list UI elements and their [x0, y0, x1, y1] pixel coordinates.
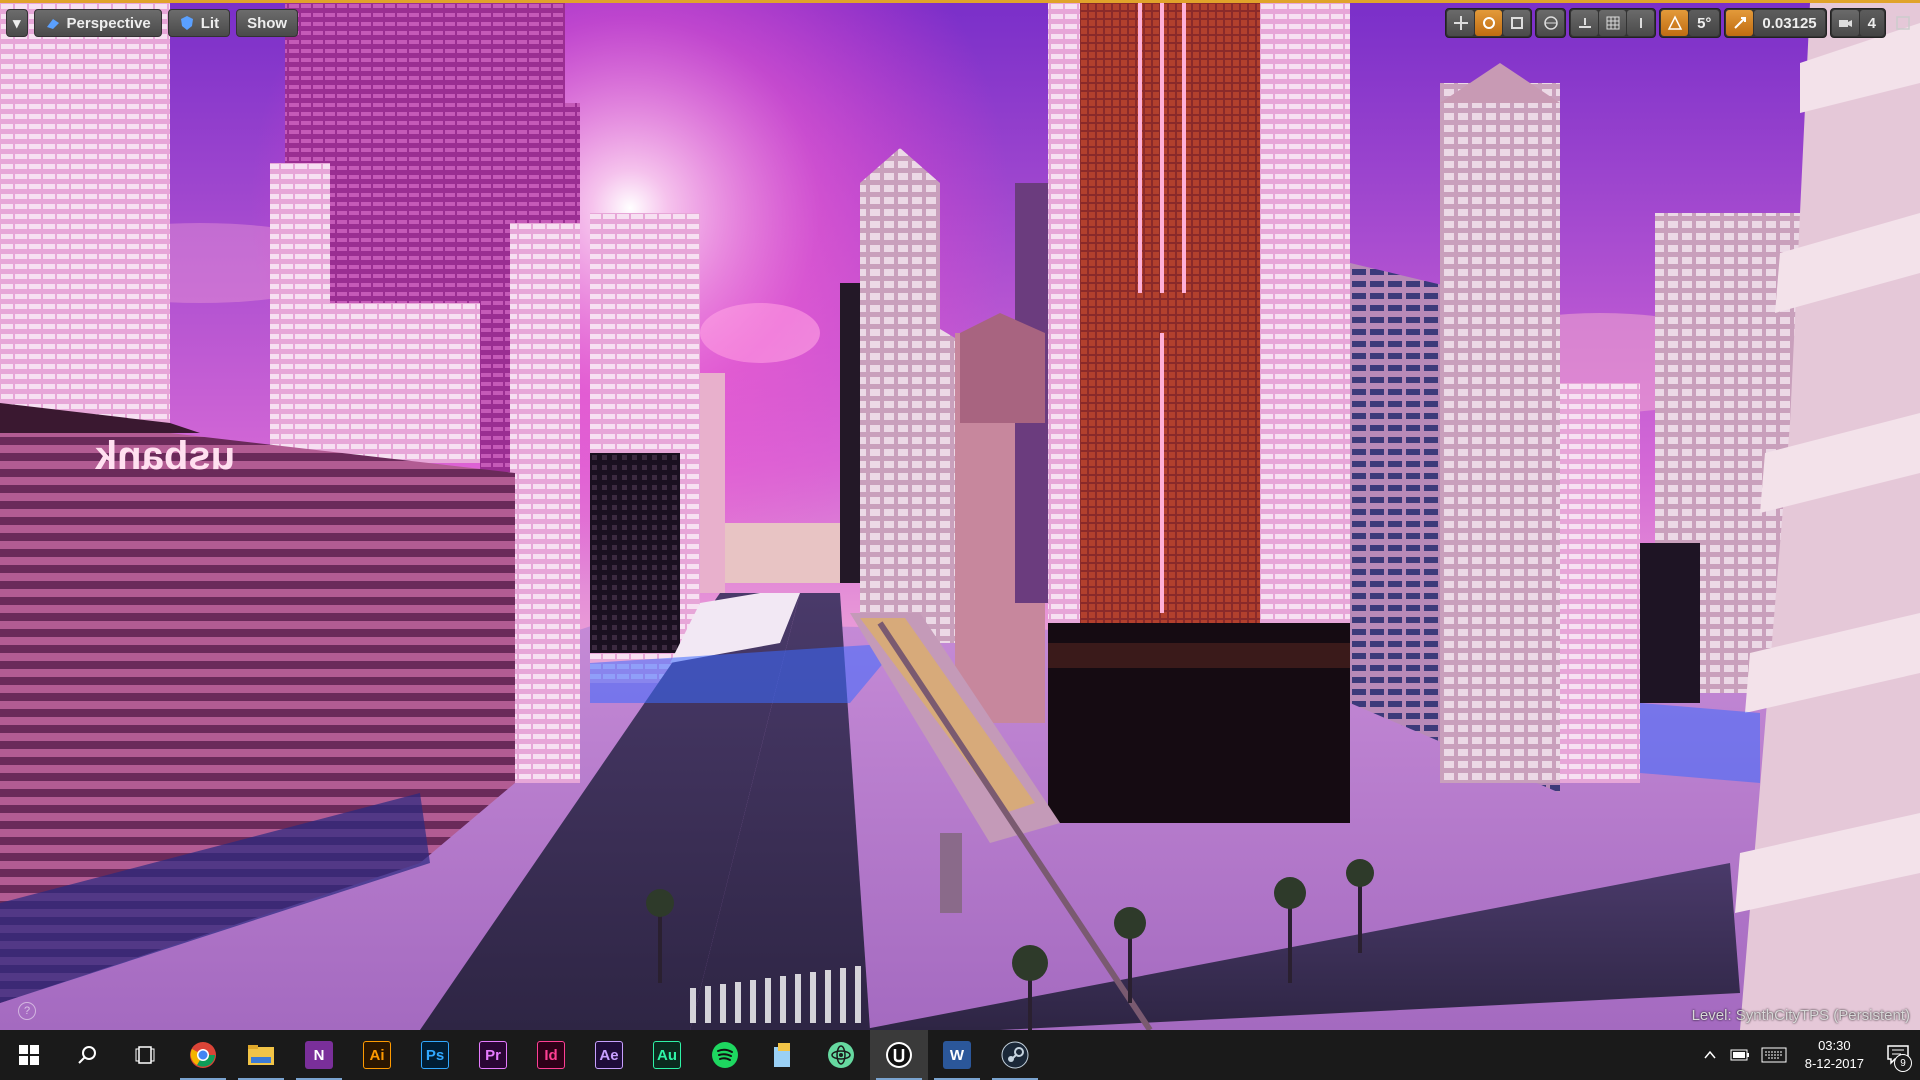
shield-icon [180, 16, 193, 30]
keyboard-button[interactable] [1755, 1030, 1793, 1080]
level-viewport[interactable]: usbank ▾ Perspective Lit Show 5° 0.03125… [0, 0, 1920, 1030]
scale-snap-icon[interactable] [1726, 10, 1754, 36]
grid-size-icon[interactable] [1627, 10, 1655, 36]
grid-snap-icon[interactable] [1599, 10, 1627, 36]
taskbar-indesign[interactable]: Id [522, 1030, 580, 1080]
maximize-icon[interactable] [1889, 10, 1916, 36]
illustrator-icon: Ai [363, 1041, 391, 1069]
lit-label: Lit [200, 14, 220, 32]
battery-button[interactable] [1725, 1030, 1755, 1080]
task-view-icon [135, 1046, 155, 1064]
taskbar-photoshop[interactable]: Ps [406, 1030, 464, 1080]
indesign-icon: Id [537, 1041, 565, 1069]
clock[interactable]: 03:30 8-12-2017 [1793, 1037, 1876, 1073]
lit-button[interactable]: Lit [167, 9, 231, 37]
taskbar-onenote[interactable]: N [290, 1030, 348, 1080]
taskbar-spotify[interactable] [696, 1030, 754, 1080]
onenote-icon: N [305, 1041, 333, 1069]
rotation-snap-icon[interactable] [1661, 10, 1689, 36]
file-explorer-icon [248, 1045, 274, 1065]
task-view-button[interactable] [116, 1030, 174, 1080]
scale-snap-value[interactable]: 0.03125 [1754, 10, 1825, 36]
taskbar-premiere[interactable]: Pr [464, 1030, 522, 1080]
unreal-engine-icon [886, 1042, 912, 1068]
taskbar-word[interactable]: W [928, 1030, 986, 1080]
show-button[interactable]: Show [236, 9, 299, 37]
viewport-options-button[interactable]: ▾ [6, 9, 28, 37]
surface-snap-icon[interactable] [1571, 10, 1599, 36]
search-icon [78, 1046, 96, 1064]
perspective-icon [46, 19, 59, 29]
premiere-icon: Pr [479, 1041, 507, 1069]
taskbar: N Ai Ps Pr Id Ae Au W 03:30 8-12-2017 9 [0, 1030, 1920, 1080]
perspective-label: Perspective [66, 14, 151, 32]
level-label: Level: SynthCityTPS (Persistent) [1692, 1007, 1910, 1024]
chrome-icon [190, 1042, 216, 1068]
clock-date: 8-12-2017 [1804, 1056, 1864, 1071]
spotify-icon [712, 1042, 738, 1068]
rotation-snap-value[interactable]: 5° [1689, 10, 1720, 36]
start-button[interactable] [0, 1030, 58, 1080]
notification-count: 9 [1894, 1054, 1912, 1072]
scale-icon[interactable] [1503, 10, 1531, 36]
files-icon [774, 1043, 790, 1067]
city-scene[interactable]: usbank [0, 3, 1920, 1030]
taskbar-unreal-engine[interactable] [870, 1030, 928, 1080]
taskbar-illustrator[interactable]: Ai [348, 1030, 406, 1080]
after-effects-icon: Ae [595, 1041, 623, 1069]
battery-icon [1730, 1049, 1749, 1061]
taskbar-audition[interactable]: Au [638, 1030, 696, 1080]
atom-icon [828, 1042, 854, 1068]
camera-speed-icon[interactable] [1831, 10, 1859, 36]
taskbar-steam[interactable] [986, 1030, 1044, 1080]
action-center-button[interactable]: 9 [1876, 1030, 1920, 1080]
taskbar-file-explorer[interactable] [232, 1030, 290, 1080]
start-icon [19, 1045, 39, 1065]
show-hidden-icons[interactable] [1695, 1030, 1725, 1080]
level-prefix: Level: [1691, 1007, 1732, 1024]
audition-icon: Au [653, 1041, 681, 1069]
level-name: SynthCityTPS (Persistent) [1735, 1007, 1910, 1024]
taskbar-atom[interactable] [812, 1030, 870, 1080]
show-label: Show [247, 14, 288, 32]
help-icon[interactable]: ? [18, 1002, 36, 1020]
taskbar-chrome[interactable] [174, 1030, 232, 1080]
world-icon[interactable] [1537, 10, 1565, 36]
steam-icon [1001, 1041, 1029, 1069]
photoshop-icon: Ps [421, 1041, 449, 1069]
keyboard-icon [1761, 1047, 1787, 1063]
taskbar-files[interactable] [754, 1030, 812, 1080]
chevron-up-icon [1704, 1050, 1716, 1059]
translate-icon[interactable] [1447, 10, 1475, 36]
search-button[interactable] [58, 1030, 116, 1080]
billboard-text: usbank [94, 434, 235, 478]
word-icon: W [943, 1041, 971, 1069]
chevron-down-icon: ▾ [13, 15, 21, 32]
perspective-button[interactable]: Perspective [33, 9, 162, 37]
rotate-icon[interactable] [1475, 10, 1503, 36]
clock-time: 03:30 [1818, 1038, 1851, 1053]
camera-speed-value[interactable]: 4 [1859, 10, 1884, 36]
taskbar-after-effects[interactable]: Ae [580, 1030, 638, 1080]
